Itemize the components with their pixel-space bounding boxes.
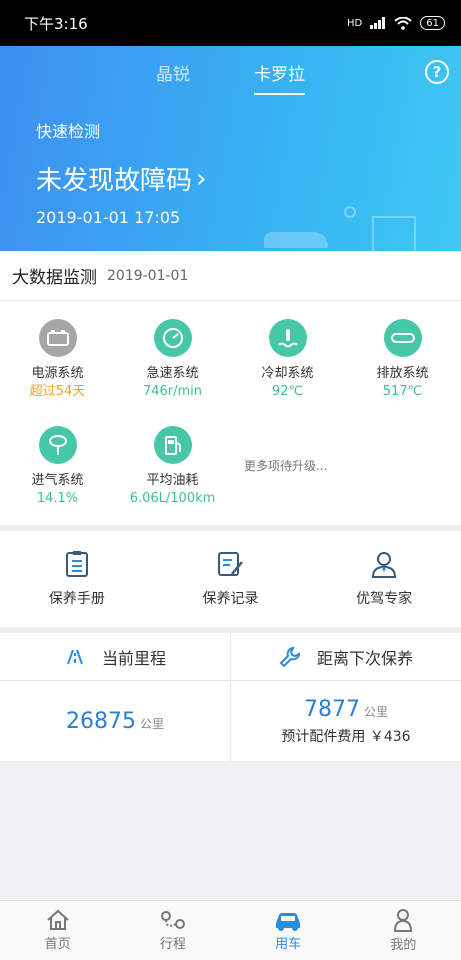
current-mileage-panel[interactable]: 当前里程 26875 公里	[0, 633, 230, 761]
tab-corolla[interactable]: 卡罗拉	[254, 60, 305, 95]
driving-expert-button[interactable]: 优驾专家	[324, 550, 444, 608]
fault-code-title: 未发现故障码	[36, 166, 193, 196]
monitor-title: 大数据监测	[12, 268, 97, 288]
quick-check-label: 快速检测	[36, 122, 101, 141]
mileage-card: 当前里程 26875 公里 距离下次保养 7877 公里 预计配件费用 ￥436	[0, 633, 461, 761]
bottom-nav: 首页 行程 用车 我的	[0, 900, 461, 960]
tab-jingrui[interactable]: 晶锐	[156, 60, 190, 95]
fuel-pump-icon	[153, 426, 192, 464]
service-row: 保养手册 保养记录 优驾专家	[0, 531, 461, 627]
monitor-item-name: 电源系统	[31, 366, 84, 381]
status-icons: HD 61	[347, 16, 445, 30]
nav-car-label: 用车	[275, 937, 302, 952]
wrench-icon	[279, 646, 301, 667]
monitor-item-name: 急速系统	[146, 366, 199, 381]
question-circle-icon[interactable]: ?	[425, 60, 449, 84]
road-icon	[67, 649, 83, 664]
monitor-item-intake[interactable]: 进气系统 14.1%	[0, 426, 115, 515]
route-icon	[160, 911, 185, 929]
next-maintenance-label: 距离下次保养	[316, 648, 413, 668]
monitor-item-value: 517℃	[382, 384, 423, 399]
monitor-date: 2019-01-01	[107, 267, 189, 284]
big-data-monitor-card: 大数据监测 2019-01-01 电源系统 超过54天 急速系统 746r/mi…	[0, 251, 461, 525]
monitor-item-value: 746r/min	[142, 384, 203, 399]
nav-car[interactable]: 用车	[231, 901, 346, 960]
nav-mine-label: 我的	[390, 938, 417, 953]
intake-icon	[38, 426, 77, 464]
next-maintenance-unit: 公里	[363, 704, 388, 719]
monitor-item-value: 92℃	[271, 384, 304, 399]
car-icon	[276, 913, 301, 931]
nav-trips-label: 行程	[159, 937, 186, 952]
status-bar: 下午3:16 HD 61	[0, 0, 461, 46]
monitor-item-value: 超过54天	[29, 384, 86, 399]
estimated-parts-fee: 预计配件费用 ￥436	[281, 728, 411, 745]
nav-trips[interactable]: 行程	[115, 901, 230, 960]
current-mileage-header: 当前里程	[0, 633, 230, 681]
monitor-item-exhaust[interactable]: 排放系统 517℃	[345, 319, 460, 408]
car-decoration	[264, 232, 328, 248]
monitor-item-name: 平均油耗	[146, 473, 199, 488]
exhaust-icon	[383, 319, 422, 357]
monitor-item-name: 冷却系统	[261, 366, 314, 381]
nav-home-label: 首页	[44, 937, 71, 952]
current-mileage-unit: 公里	[139, 716, 164, 731]
home-icon	[46, 909, 69, 930]
battery-icon	[38, 319, 77, 357]
wifi-icon	[394, 16, 412, 30]
next-maintenance-panel[interactable]: 距离下次保养 7877 公里 预计配件费用 ￥436	[230, 633, 461, 761]
next-maintenance-body: 7877 公里 预计配件费用 ￥436	[231, 681, 461, 761]
monitor-item-value: 14.1%	[36, 491, 79, 506]
chevron-right-icon: ›	[196, 163, 207, 194]
monitor-grid: 电源系统 超过54天 急速系统 746r/min 冷却系统 92℃ 排放系统 5…	[0, 301, 461, 525]
fault-code-status[interactable]: 未发现故障码 ›	[36, 160, 206, 197]
current-mileage-body: 26875 公里	[0, 681, 230, 761]
expert-icon	[372, 552, 397, 578]
maintenance-record-label: 保养记录	[202, 591, 259, 607]
status-time: 下午3:16	[24, 14, 88, 33]
vehicle-tabs: 晶锐 卡罗拉	[0, 60, 461, 95]
quick-check-banner: 晶锐 卡罗拉 ? 快速检测 未发现故障码 › 2019-01-01 17:05	[0, 46, 461, 251]
monitor-item-idle[interactable]: 急速系统 746r/min	[115, 319, 230, 408]
monitor-item-cooling[interactable]: 冷却系统 92℃	[230, 319, 345, 408]
network-badge: HD	[347, 17, 363, 29]
sun-decoration	[344, 206, 356, 218]
monitor-item-power[interactable]: 电源系统 超过54天	[0, 319, 115, 408]
current-mileage-value: 26875	[65, 708, 136, 734]
thermometer-icon	[268, 319, 307, 357]
more-pending-upgrade: 更多项待升级...	[244, 459, 328, 473]
maintenance-record-button[interactable]: 保养记录	[170, 550, 290, 608]
monitor-item-fuel[interactable]: 平均油耗 6.06L/100km	[115, 426, 230, 515]
battery-indicator: 61	[420, 16, 445, 30]
monitor-header: 大数据监测 2019-01-01	[0, 251, 461, 301]
maintenance-manual-button[interactable]: 保养手册	[17, 550, 137, 608]
maintenance-manual-label: 保养手册	[48, 591, 105, 607]
garage-decoration	[372, 216, 416, 251]
monitor-item-value: 6.06L/100km	[129, 491, 216, 506]
manual-icon	[65, 551, 88, 577]
quick-check-time: 2019-01-01 17:05	[36, 208, 181, 227]
driving-expert-label: 优驾专家	[356, 591, 413, 607]
monitor-item-name: 排放系统	[376, 366, 429, 381]
user-icon	[394, 909, 413, 932]
record-icon	[218, 552, 244, 576]
nav-mine[interactable]: 我的	[346, 901, 461, 960]
next-maintenance-header: 距离下次保养	[231, 633, 461, 681]
signal-icon	[370, 17, 386, 29]
speedometer-icon	[153, 319, 192, 357]
current-mileage-label: 当前里程	[101, 648, 166, 668]
next-maintenance-value: 7877	[303, 696, 360, 722]
nav-home[interactable]: 首页	[0, 901, 115, 960]
monitor-item-name: 进气系统	[31, 473, 84, 488]
